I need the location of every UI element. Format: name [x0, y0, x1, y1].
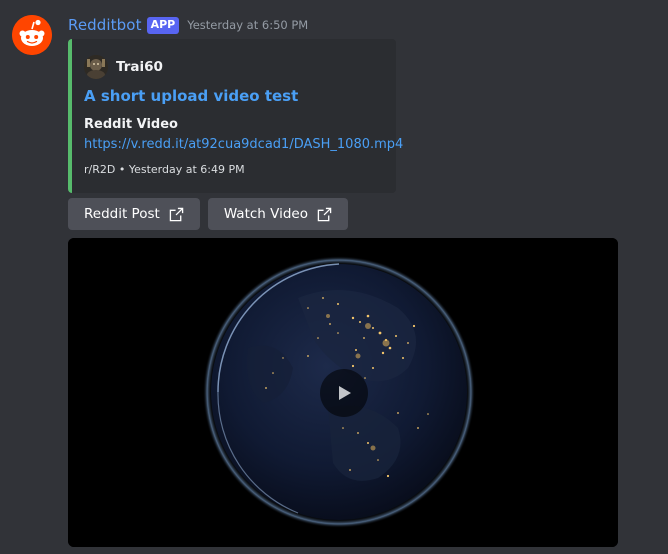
embed-field-name: Reddit Video [84, 117, 178, 132]
link-embed: Trai60 A short upload video test Reddit … [68, 39, 403, 193]
message-header: Redditbot APP Yesterday at 6:50 PM [68, 14, 308, 36]
app-badge: APP [146, 16, 180, 34]
embed-title-link[interactable]: A short upload video test [84, 87, 298, 105]
username[interactable]: Redditbot [68, 16, 142, 34]
link-buttons: Reddit Post Watch Video [68, 198, 348, 230]
embed-footer: r/R2D • Yesterday at 6:49 PM [84, 163, 245, 176]
watch-video-button-label: Watch Video [223, 206, 308, 222]
play-button[interactable] [320, 369, 368, 417]
video-player[interactable] [68, 238, 618, 547]
reddit-snoo-icon [12, 15, 52, 55]
play-icon [339, 386, 351, 400]
watch-video-button[interactable]: Watch Video [207, 198, 348, 230]
timestamp: Yesterday at 6:50 PM [187, 18, 309, 32]
chat-message: Redditbot APP Yesterday at 6:50 PM Trai6… [0, 0, 668, 554]
external-link-icon [317, 207, 332, 221]
avatar[interactable] [12, 15, 52, 55]
video-url-link[interactable]: https://v.redd.it/at92cua9dcad1/DASH_108… [84, 137, 403, 152]
embed-author-name[interactable]: Trai60 [116, 59, 163, 75]
reddit-post-button-label: Reddit Post [84, 206, 160, 222]
reddit-post-button[interactable]: Reddit Post [68, 198, 200, 230]
embed-author: Trai60 [84, 55, 163, 79]
author-avatar [84, 55, 108, 79]
external-link-icon [169, 207, 184, 221]
